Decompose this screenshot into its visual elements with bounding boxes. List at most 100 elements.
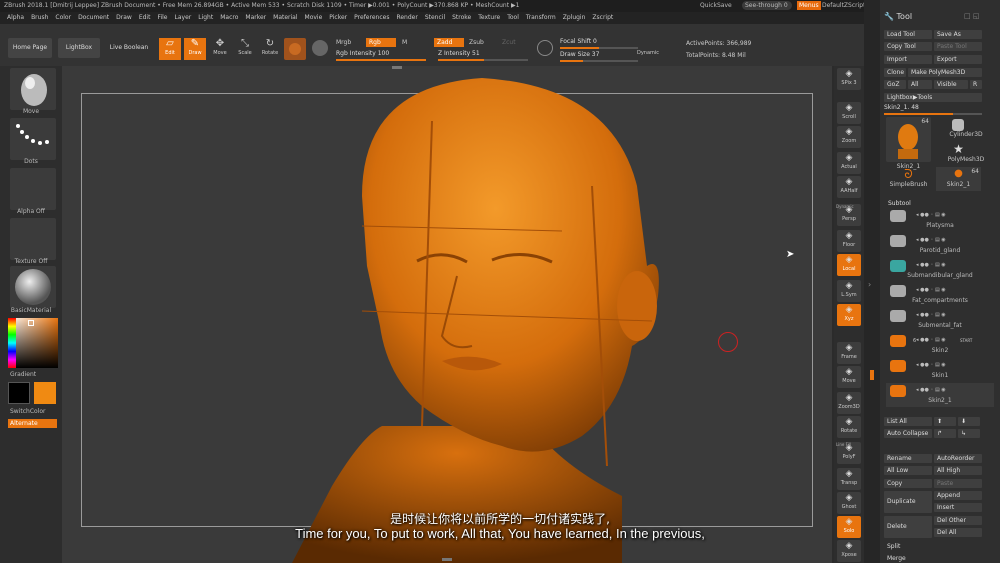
tool-thumb-simplebrush[interactable]: ᘐ SimpleBrush <box>886 167 931 191</box>
color-cursor[interactable] <box>28 320 34 326</box>
secondary-color-swatch[interactable] <box>8 382 30 404</box>
texture-selector[interactable] <box>10 218 56 260</box>
menu-transform[interactable]: Transform <box>526 14 556 21</box>
m-button[interactable]: M <box>402 39 407 46</box>
brush-selector[interactable] <box>10 68 56 110</box>
duplicate-button[interactable]: Duplicate <box>884 491 932 513</box>
subtool-row[interactable]: ◂ ●● ◦ ▤ ◉ Platysma <box>886 208 994 232</box>
subtool-toggles[interactable]: ◂ ●● ◦ ▤ ◉ <box>916 262 946 268</box>
paste-button[interactable]: Paste <box>934 479 982 488</box>
panel-pin-icon[interactable]: □ ◱ <box>964 12 979 20</box>
subtool-row[interactable]: ◂ ●● ◦ ▤ ◉ Submandibular_gland <box>886 258 994 282</box>
insert-button[interactable]: Insert <box>934 503 982 512</box>
merge-button[interactable]: Merge <box>884 554 982 563</box>
menu-movie[interactable]: Movie <box>305 14 323 21</box>
dynamic-size-icon[interactable] <box>537 40 553 56</box>
mrgb-button[interactable]: Mrgb <box>336 39 351 46</box>
menu-file[interactable]: File <box>157 14 167 21</box>
menu-material[interactable]: Material <box>273 14 297 21</box>
menu-picker[interactable]: Picker <box>329 14 347 21</box>
menu-edit[interactable]: Edit <box>139 14 151 21</box>
tray-arrow-icon[interactable]: › <box>868 280 871 289</box>
menu-macro[interactable]: Macro <box>220 14 238 21</box>
canvas-bottom-handle[interactable] <box>442 558 452 561</box>
move-up-button[interactable]: ⬆ <box>934 417 956 426</box>
material-selector[interactable] <box>10 266 56 308</box>
z-intensity-slider[interactable]: Z Intensity 51 <box>438 49 528 61</box>
actual-shelf-button[interactable]: ◈ Actual <box>837 152 861 174</box>
alternate-button[interactable]: Alternate <box>8 419 57 428</box>
primary-color-swatch[interactable] <box>34 382 56 404</box>
focal-shift-slider[interactable]: Focal Shift 0 <box>560 37 638 49</box>
live-boolean-button[interactable]: Live Boolean <box>106 38 152 58</box>
subtool-toggles[interactable]: ◂ ●● ◦ ▤ ◉ <box>916 212 946 218</box>
draw-button[interactable]: ✎ Draw <box>184 38 206 60</box>
menu-document[interactable]: Document <box>78 14 109 21</box>
subtool-row[interactable]: ◂ ●● ◦ ▤ ◉ Parotid_gland <box>886 233 994 257</box>
clone-button[interactable]: Clone <box>884 68 906 77</box>
move-down-button[interactable]: ⬇ <box>958 417 980 426</box>
frame-shelf-button[interactable]: ◈ Frame <box>837 342 861 364</box>
subtool-toggles[interactable]: ◂ ●● ◦ ▤ ◉ <box>916 387 946 393</box>
rotate-shelf-button[interactable]: ◈ Rotate <box>837 416 861 438</box>
tool-thumb-skin[interactable]: 64 Skin2_1 <box>886 117 931 170</box>
menu-draw[interactable]: Draw <box>116 14 132 21</box>
head-model[interactable] <box>62 66 832 563</box>
export-button[interactable]: Export <box>934 55 982 64</box>
make-polymesh-button[interactable]: Make PolyMesh3D <box>908 68 982 77</box>
menu-zplugin[interactable]: Zplugin <box>563 14 586 21</box>
copy-button[interactable]: Copy <box>884 479 932 488</box>
default-zscript-button[interactable]: DefaultZScript <box>822 0 865 12</box>
zcut-button[interactable]: Zcut <box>502 39 516 46</box>
xyz-shelf-button[interactable]: ◈ Xyz <box>837 304 861 326</box>
rgb-button[interactable]: Rgb <box>366 38 396 47</box>
subtool-row[interactable]: ◂ ●● ◦ ▤ ◉ Skin2_1 <box>886 383 994 407</box>
move-down-arrow-button[interactable]: ↳ <box>958 429 980 438</box>
menu-light[interactable]: Light <box>198 14 213 21</box>
subtool-row[interactable]: ◂ ●● ◦ ▤ ◉ Fat_compartments <box>886 283 994 307</box>
subtool-row[interactable]: ◂ ●● ◦ ▤ ◉ Skin1 <box>886 358 994 382</box>
menu-render[interactable]: Render <box>396 14 417 21</box>
stroke-selector[interactable] <box>10 118 56 160</box>
quicksave-button[interactable]: QuickSave <box>700 0 732 12</box>
subtool-toggles[interactable]: ◂ ●● ◦ ▤ ◉ <box>916 362 946 368</box>
subtool-row[interactable]: ◂ ●● ◦ ▤ ◉ Submental_fat <box>886 308 994 332</box>
subtool-toggles[interactable]: ◂ ●● ◦ ▤ ◉ <box>916 337 946 343</box>
ghost-shelf-button[interactable]: ◈ Ghost <box>837 492 861 514</box>
move-up-arrow-button[interactable]: ↱ <box>934 429 956 438</box>
split-button[interactable]: Split <box>884 542 982 551</box>
zadd-button[interactable]: Zadd <box>434 38 464 47</box>
zoom3d-shelf-button[interactable]: ◈ Zoom3D <box>837 392 861 414</box>
menu-layer[interactable]: Layer <box>175 14 192 21</box>
auto-collapse-button[interactable]: Auto Collapse <box>884 429 932 438</box>
aahalf-shelf-button[interactable]: ◈ AAHalf <box>837 176 861 198</box>
move-button[interactable]: ✥ Move <box>209 38 231 60</box>
rgb-intensity-slider[interactable]: Rgb Intensity 100 <box>336 49 426 61</box>
edit-button[interactable]: ▱ Edit <box>159 38 181 60</box>
gradient-label[interactable]: Gradient <box>0 371 62 378</box>
document-canvas[interactable]: ➤ <box>62 66 832 563</box>
tool-thumb-cylinder[interactable]: Cylinder3D <box>936 117 983 139</box>
copy-tool-button[interactable]: Copy Tool <box>884 42 932 51</box>
menu-brush[interactable]: Brush <box>31 14 48 21</box>
switch-color-button[interactable]: SwitchColor <box>0 408 62 415</box>
home-page-button[interactable]: Home Page <box>8 38 52 58</box>
transp-shelf-button[interactable]: ◈ Transp <box>837 468 861 490</box>
menu-preferences[interactable]: Preferences <box>354 14 389 21</box>
all-button[interactable]: All <box>908 80 932 89</box>
scale-button[interactable]: ⤡ Scale <box>234 38 256 60</box>
r-button[interactable]: R <box>970 80 982 89</box>
save-as-button[interactable]: Save As <box>934 30 982 39</box>
subtool-toggles[interactable]: ◂ ●● ◦ ▤ ◉ <box>916 287 946 293</box>
visible-button[interactable]: Visible <box>934 80 968 89</box>
rotate-button[interactable]: ↻ Rotate <box>259 38 281 60</box>
menu-tool[interactable]: Tool <box>507 14 519 21</box>
paste-tool-button[interactable]: Paste Tool <box>934 42 982 51</box>
xpose-shelf-button[interactable]: ◈ Xpose <box>837 540 861 562</box>
material-swatch[interactable] <box>284 38 306 60</box>
skin-slider[interactable]: Skin2_1. 48 <box>884 103 982 115</box>
zsub-button[interactable]: Zsub <box>469 39 484 46</box>
subtool-toggles[interactable]: ◂ ●● ◦ ▤ ◉ <box>916 312 946 318</box>
spix-3-shelf-button[interactable]: ◈ SPix 3 <box>837 68 861 90</box>
tool-thumb-skin-small[interactable]: ● 64 Skin2_1 <box>936 167 981 191</box>
